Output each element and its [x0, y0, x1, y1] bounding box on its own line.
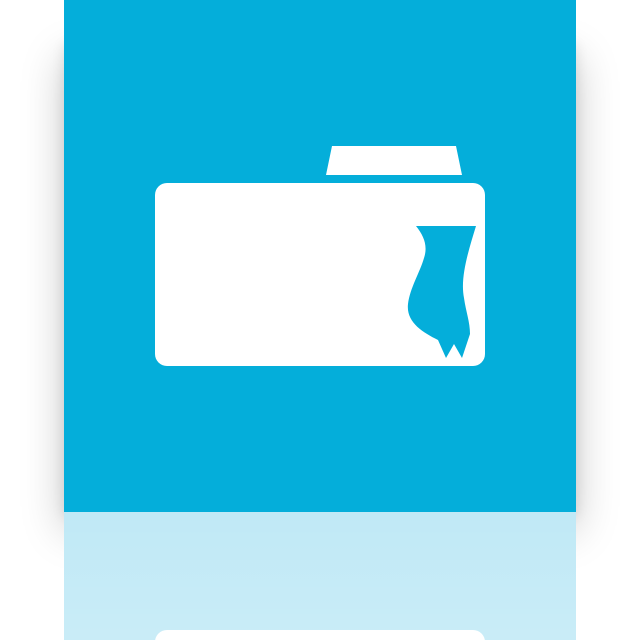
folder-tab: [326, 146, 462, 175]
reflection-fade: [64, 512, 576, 640]
icon-canvas: [0, 0, 640, 640]
reflection-graphic: [64, 512, 576, 640]
folder-tile[interactable]: [64, 0, 576, 512]
tile-reflection: [64, 512, 576, 640]
tile-graphic: [64, 0, 576, 512]
